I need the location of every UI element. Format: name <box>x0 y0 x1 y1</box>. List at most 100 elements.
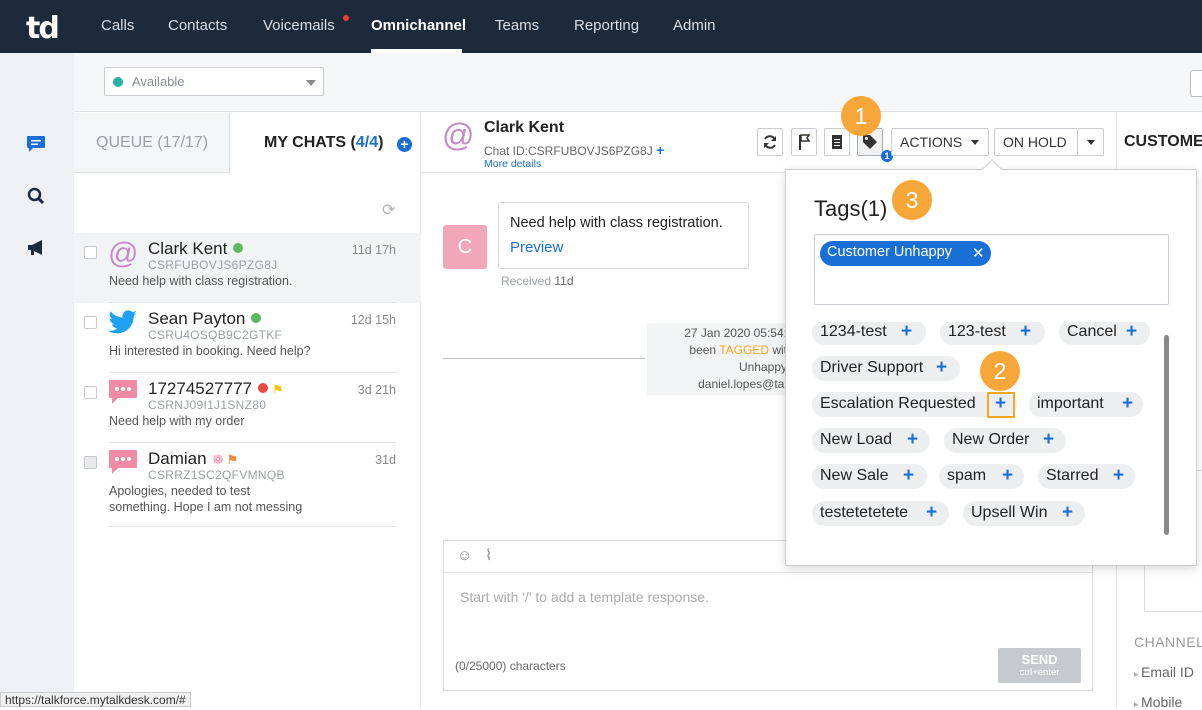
chat-item-sean-payton[interactable]: Sean Payton CSRU4OSQB9C2GTKF Hi interest… <box>74 303 421 373</box>
online-status-dot <box>251 313 262 323</box>
tab-queue-label: QUEUE (17/17) <box>96 134 209 151</box>
chat-id: CSRU4OSQB9C2GTKF <box>148 328 283 342</box>
chat-name: Damian ❁ ⚑ <box>148 449 239 468</box>
tags-scrollbar[interactable] <box>1164 335 1169 535</box>
transfer-button[interactable] <box>757 128 783 156</box>
chat-icon[interactable] <box>25 133 47 155</box>
flag-button[interactable] <box>791 128 817 156</box>
message-bubble: Need help with class registration. Previ… <box>498 202 749 269</box>
tag-item[interactable]: New Order + <box>944 428 1066 453</box>
add-tag-icon: + <box>1062 502 1074 523</box>
flag-icon: ⚑ <box>226 452 239 467</box>
tag-item[interactable]: Cancel + <box>1059 322 1150 345</box>
more-details-link[interactable]: More details <box>484 158 541 170</box>
add-chat-button[interactable]: + <box>397 137 412 152</box>
status-dropdown[interactable]: Available <box>104 67 324 96</box>
tag-item[interactable]: Upsell Win + <box>963 501 1085 526</box>
chat-item-17274527777[interactable]: 17274527777 ⚑ CSRNJ09I1J1SNZ80 Need help … <box>74 373 421 443</box>
add-tag-icon: + <box>1122 393 1134 414</box>
left-rail <box>0 53 74 707</box>
tag-item[interactable]: New Sale + <box>812 464 927 489</box>
channel-label: CHANNEL <box>1134 634 1202 650</box>
send-button[interactable]: SEND ctrl+enter <box>998 648 1081 683</box>
email-id-label: ▸ Email ID <box>1134 664 1194 680</box>
divider <box>109 526 396 527</box>
chat-id: CSRFUBOVJS6PZG8J <box>148 258 278 272</box>
tag-item[interactable]: Starred + <box>1038 464 1135 489</box>
nav-calls[interactable]: Calls <box>101 17 134 34</box>
add-tag-icon: + <box>1043 429 1055 450</box>
search-icon[interactable] <box>25 185 47 207</box>
refresh-icon <box>764 135 776 149</box>
flag-icon <box>799 134 810 150</box>
add-tag-icon: + <box>1126 322 1138 342</box>
nav-teams[interactable]: Teams <box>495 17 539 34</box>
megaphone-icon[interactable] <box>25 237 47 259</box>
mobile-label: ▸ Mobile <box>1134 694 1183 710</box>
chat-preview-line1: Apologies, needed to test <box>109 484 251 498</box>
top-navigation: td Calls Contacts Voicemails Omnichannel… <box>0 0 1202 53</box>
chat-item-damian[interactable]: Damian ❁ ⚑ CSRRZ1SC2QFVMNQB Apologies, nee… <box>74 443 421 527</box>
callout-2: 2 <box>980 351 1020 391</box>
chat-checkbox[interactable] <box>84 246 97 259</box>
status-value: Available <box>132 74 185 89</box>
tag-item[interactable]: testetetetete + <box>812 501 949 526</box>
chat-preview: Hi interested in booking. Need help? <box>109 344 311 358</box>
add-tag-icon: + <box>1002 465 1014 486</box>
chat-checkbox[interactable] <box>84 316 97 329</box>
online-status-dot <box>233 243 244 253</box>
nav-reporting[interactable]: Reporting <box>574 17 639 34</box>
chat-checkbox[interactable] <box>84 456 97 469</box>
chat-name: Sean Payton <box>148 309 262 329</box>
add-tag-icon: + <box>903 465 915 486</box>
divider <box>443 358 645 359</box>
send-label: SEND <box>1021 652 1058 667</box>
refresh-list-icon[interactable]: ⟳ <box>382 200 395 220</box>
nav-omnichannel[interactable]: Omnichannel <box>371 17 466 34</box>
tab-my-chats-label: MY CHATS (4/4) <box>264 134 384 151</box>
highlight-box <box>987 392 1015 418</box>
preview-link[interactable]: Preview <box>510 239 563 256</box>
add-tag-icon: + <box>901 322 913 342</box>
tag-item[interactable]: Driver Support + <box>812 356 960 381</box>
notes-button[interactable] <box>824 128 850 156</box>
email-channel-icon: @ <box>442 117 475 153</box>
chat-time: 11d 17h <box>351 243 396 257</box>
chat-item-clark-kent[interactable]: @ Clark Kent CSRFUBOVJS6PZG8J Need help … <box>74 233 421 303</box>
add-tag-icon: + <box>1020 322 1032 342</box>
add-tag-icon: + <box>907 429 919 450</box>
system-event-message: 27 Jan 2020 05:54: been TAGGED wit Unhap… <box>647 323 787 395</box>
chevron-down-icon <box>1087 140 1095 145</box>
tag-item[interactable]: 123-test + <box>940 322 1045 345</box>
message-input[interactable]: Start with '/' to add a template respons… <box>460 589 709 605</box>
customer-panel-title: CUSTOME <box>1124 133 1202 150</box>
tag-item[interactable]: New Load + <box>812 428 930 453</box>
on-hold-dropdown[interactable] <box>1077 128 1104 156</box>
on-hold-button[interactable]: ON HOLD <box>994 128 1078 156</box>
tag-item[interactable]: spam + <box>939 464 1024 489</box>
chat-name: 17274527777 ⚑ <box>148 379 284 398</box>
remove-tag-icon[interactable]: ✕ <box>972 244 985 262</box>
chat-time: 31d <box>375 453 396 467</box>
chat-preview: Need help with class registration. <box>109 274 293 288</box>
chat-time: 3d 21h <box>357 383 396 397</box>
character-counter: (0/25000) characters <box>455 659 566 673</box>
chat-checkbox[interactable] <box>84 386 97 399</box>
emoji-icon[interactable]: ☺ <box>457 547 472 564</box>
customer-avatar: C <box>443 225 487 269</box>
available-status-dot <box>113 77 123 87</box>
talkdesk-logo[interactable]: td <box>26 11 60 46</box>
actions-dropdown[interactable]: ACTIONS <box>891 128 989 156</box>
add-tag-icon: + <box>926 502 938 523</box>
chat-id-label: Chat ID:CSRFUBOVJS6PZG8J + <box>484 142 665 158</box>
nav-admin[interactable]: Admin <box>673 17 716 34</box>
tag-item[interactable]: 1234-test + <box>812 322 926 345</box>
top-right-control[interactable] <box>1190 70 1202 97</box>
twitter-channel-icon <box>108 310 138 339</box>
attachment-icon[interactable]: ⌇ <box>485 546 492 564</box>
tag-item[interactable]: important + <box>1029 392 1143 417</box>
nav-voicemails[interactable]: Voicemails <box>263 17 335 34</box>
tab-queue[interactable]: QUEUE (17/17) <box>74 113 230 173</box>
email-channel-icon: @ <box>108 237 139 270</box>
nav-contacts[interactable]: Contacts <box>168 17 227 34</box>
